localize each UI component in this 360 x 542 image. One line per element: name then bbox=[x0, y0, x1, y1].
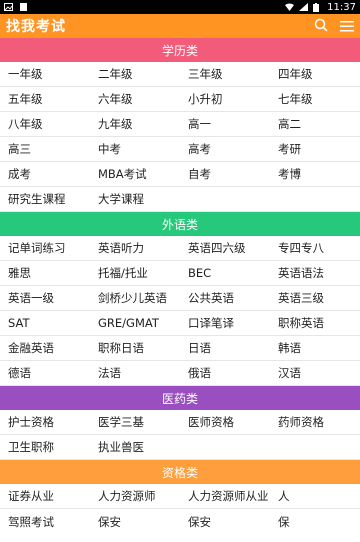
category-item[interactable]: 职称英语 bbox=[270, 315, 360, 331]
category-item[interactable]: 四年级 bbox=[270, 66, 360, 82]
category-list: 学历类 一年级 二年级 三年级 四年级 五年级 六年级 小升初 七年级 八年级 九年级 高一 高二 高三中… bbox=[0, 38, 360, 534]
category-item[interactable]: 人力资源师 bbox=[90, 488, 180, 504]
category-row: SAT GRE/GMAT 口译笔译 职称英语 bbox=[0, 311, 360, 336]
category-item[interactable]: 英语四六级 bbox=[180, 240, 270, 256]
category-row: 研究生课程 大学课程 bbox=[0, 187, 360, 212]
category-item[interactable]: 职称日语 bbox=[90, 340, 180, 356]
category-item[interactable]: 法语 bbox=[90, 365, 180, 381]
signal-icon bbox=[299, 3, 309, 11]
category-row: 雅思 托福/托业 BEC 英语语法 bbox=[0, 261, 360, 286]
category-item[interactable]: 英语一级 bbox=[0, 290, 90, 306]
category-item[interactable]: 八年级 bbox=[0, 116, 90, 132]
category-item[interactable]: 保安 bbox=[90, 514, 180, 530]
status-bar: 11:37 bbox=[0, 0, 360, 14]
category-row: 卫生职称 执业兽医 bbox=[0, 435, 360, 460]
category-row: 德语 法语 俄语 汉语 bbox=[0, 361, 360, 386]
category-item[interactable]: 医学三基 bbox=[90, 414, 180, 430]
status-right: 11:37 bbox=[285, 2, 356, 13]
category-item[interactable]: 金融英语 bbox=[0, 340, 90, 356]
status-time: 11:37 bbox=[327, 1, 356, 13]
section-header: 外语类 bbox=[0, 212, 360, 236]
category-row: 英语一级 剑桥少儿英语 公共英语 英语三级 bbox=[0, 286, 360, 311]
category-item[interactable]: 六年级 bbox=[90, 91, 180, 107]
category-item[interactable]: 德语 bbox=[0, 365, 90, 381]
category-item[interactable]: 保 bbox=[270, 514, 360, 530]
section-header: 资格类 bbox=[0, 460, 360, 484]
app-bar: 找我考试 bbox=[0, 14, 360, 38]
wifi-icon bbox=[285, 3, 295, 11]
status-left bbox=[4, 3, 28, 11]
category-item[interactable]: 卫生职称 bbox=[0, 439, 90, 455]
battery-icon bbox=[313, 3, 322, 12]
app-actions bbox=[314, 17, 354, 36]
category-item[interactable]: 执业兽医 bbox=[90, 439, 180, 455]
category-item[interactable]: 考博 bbox=[270, 166, 360, 182]
category-item[interactable]: 雅思 bbox=[0, 265, 90, 281]
category-item[interactable]: GRE/GMAT bbox=[90, 316, 180, 330]
category-item[interactable]: 成考 bbox=[0, 166, 90, 182]
category-item[interactable]: 英语语法 bbox=[270, 265, 360, 281]
category-item[interactable]: 医师资格 bbox=[180, 414, 270, 430]
category-item[interactable]: 韩语 bbox=[270, 340, 360, 356]
category-item[interactable]: 大学课程 bbox=[90, 191, 180, 207]
category-item[interactable]: 驾照考试 bbox=[0, 514, 90, 530]
category-item[interactable]: SAT bbox=[0, 316, 90, 330]
category-item[interactable]: 英语三级 bbox=[270, 290, 360, 306]
category-item[interactable]: 托福/托业 bbox=[90, 265, 180, 281]
category-item[interactable]: 人力资源师从业 bbox=[180, 488, 270, 504]
category-item[interactable]: 保安 bbox=[180, 514, 270, 530]
menu-icon[interactable] bbox=[340, 17, 354, 36]
category-row: 护士资格 医学三基 医师资格 药师资格 bbox=[0, 410, 360, 435]
category-item[interactable]: 高三 bbox=[0, 141, 90, 157]
category-item[interactable]: 研究生课程 bbox=[0, 191, 90, 207]
search-icon[interactable] bbox=[314, 17, 328, 36]
category-item[interactable]: 三年级 bbox=[180, 66, 270, 82]
category-item[interactable]: 高一 bbox=[180, 116, 270, 132]
section-header: 学历类 bbox=[0, 38, 360, 62]
category-item[interactable]: 小升初 bbox=[180, 91, 270, 107]
category-row: 成考 MBA考试 自考 考博 bbox=[0, 162, 360, 187]
category-item[interactable]: 英语听力 bbox=[90, 240, 180, 256]
category-item[interactable]: 二年级 bbox=[90, 66, 180, 82]
category-row: 证券从业 人力资源师 人力资源师从业人 bbox=[0, 484, 360, 509]
category-row: 一年级 二年级 三年级 四年级 bbox=[0, 62, 360, 87]
category-item[interactable]: 一年级 bbox=[0, 66, 90, 82]
section-header: 医药类 bbox=[0, 386, 360, 410]
category-item[interactable]: 护士资格 bbox=[0, 414, 90, 430]
category-item[interactable]: 七年级 bbox=[270, 91, 360, 107]
file-notification-icon bbox=[19, 3, 28, 11]
category-item[interactable]: 俄语 bbox=[180, 365, 270, 381]
category-row: 记单词练习 英语听力 英语四六级 专四专八 bbox=[0, 236, 360, 261]
category-item[interactable]: 证券从业 bbox=[0, 488, 90, 504]
category-item[interactable]: 人 bbox=[270, 488, 360, 504]
category-row: 驾照考试 保安 保安保 bbox=[0, 509, 360, 534]
category-item[interactable]: 九年级 bbox=[90, 116, 180, 132]
category-item[interactable]: MBA考试 bbox=[90, 166, 180, 182]
category-item[interactable]: 五年级 bbox=[0, 91, 90, 107]
category-row: 高三 中考 高考 考研 bbox=[0, 137, 360, 162]
image-notification-icon bbox=[4, 3, 13, 11]
category-item[interactable]: 日语 bbox=[180, 340, 270, 356]
category-item[interactable]: 专四专八 bbox=[270, 240, 360, 256]
category-item[interactable]: 记单词练习 bbox=[0, 240, 90, 256]
category-item[interactable]: 高考 bbox=[180, 141, 270, 157]
category-item[interactable]: 考研 bbox=[270, 141, 360, 157]
category-row: 五年级 六年级 小升初 七年级 bbox=[0, 87, 360, 112]
app-title: 找我考试 bbox=[6, 19, 66, 35]
category-item[interactable]: 汉语 bbox=[270, 365, 360, 381]
category-item[interactable]: 公共英语 bbox=[180, 290, 270, 306]
category-item[interactable]: 高二 bbox=[270, 116, 360, 132]
category-row: 金融英语 职称日语 日语 韩语 bbox=[0, 336, 360, 361]
category-row: 八年级 九年级 高一 高二 bbox=[0, 112, 360, 137]
category-item[interactable]: 自考 bbox=[180, 166, 270, 182]
category-item[interactable]: 剑桥少儿英语 bbox=[90, 290, 180, 306]
category-item[interactable]: 中考 bbox=[90, 141, 180, 157]
category-item[interactable]: 药师资格 bbox=[270, 414, 360, 430]
category-item[interactable]: BEC bbox=[180, 266, 270, 280]
category-item[interactable]: 口译笔译 bbox=[180, 315, 270, 331]
